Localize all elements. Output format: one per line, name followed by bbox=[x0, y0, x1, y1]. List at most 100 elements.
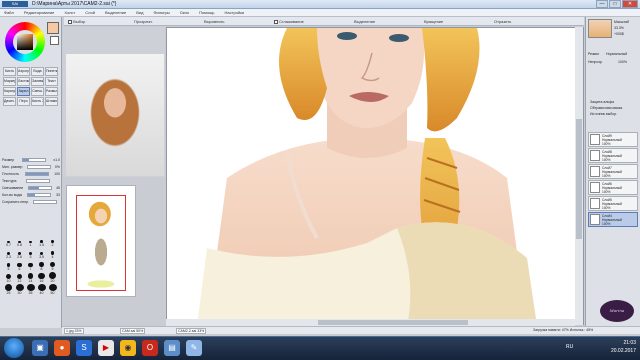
tool-marker[interactable]: Маркер bbox=[3, 77, 16, 86]
toolbar-selection[interactable]: Выделение bbox=[354, 19, 375, 24]
tool-pen[interactable]: Перо bbox=[17, 97, 30, 106]
menu-selection[interactable]: Выделение bbox=[105, 10, 126, 15]
toolbar-align[interactable]: Выровнять bbox=[204, 19, 224, 24]
menu-layer[interactable]: Слой bbox=[85, 10, 95, 15]
brush-setting-slider[interactable] bbox=[27, 192, 52, 197]
brush-size-preset[interactable]: 7 bbox=[25, 260, 36, 271]
explorer-icon[interactable]: ▣ bbox=[32, 340, 48, 356]
menu-help[interactable]: Помощь bbox=[199, 10, 214, 15]
brush-size-preset[interactable]: 5 bbox=[3, 260, 14, 271]
tool-stamp[interactable]: Штамп bbox=[45, 97, 58, 106]
brush-size-preset[interactable]: 14 bbox=[25, 272, 36, 283]
start-button[interactable] bbox=[4, 338, 24, 358]
brush-setting-slider[interactable] bbox=[26, 178, 51, 183]
secondary-color-swatch[interactable] bbox=[50, 36, 59, 45]
brush-setting-slider[interactable] bbox=[26, 164, 51, 169]
drawing-canvas[interactable] bbox=[166, 27, 584, 325]
scroll-thumb[interactable] bbox=[318, 320, 468, 325]
brush-size-preset[interactable]: 0.8 bbox=[14, 236, 25, 247]
canvas-vertical-scrollbar[interactable] bbox=[575, 27, 583, 325]
brush-size-preset[interactable]: 12 bbox=[14, 272, 25, 283]
layer-item[interactable]: Слой6 Нормальный 100% bbox=[588, 180, 638, 195]
brush-size-preset[interactable]: 3.5 bbox=[36, 248, 47, 259]
media-player-icon[interactable]: ▶ bbox=[98, 340, 114, 356]
chrome-icon[interactable]: ◉ bbox=[120, 340, 136, 356]
scroll-thumb[interactable] bbox=[576, 119, 582, 239]
canvas-thumbnail[interactable] bbox=[588, 19, 612, 38]
tool-text[interactable]: Текст bbox=[45, 77, 58, 86]
doc-tab-2[interactable]: CAM.sai 50% bbox=[120, 328, 146, 334]
close-button[interactable]: ✕ bbox=[622, 0, 638, 8]
menu-file[interactable]: Файл bbox=[4, 10, 14, 15]
brush-size-preset[interactable]: 4 bbox=[47, 248, 58, 259]
brush-size-preset[interactable]: 1.5 bbox=[36, 236, 47, 247]
tool-airbrush[interactable]: Аэрогр. bbox=[17, 67, 30, 76]
layer-item[interactable]: Слой7 Нормальный 100% bbox=[588, 164, 638, 179]
saturation-square[interactable] bbox=[17, 34, 33, 50]
brush-size-preset[interactable]: 2.3 bbox=[3, 248, 14, 259]
opera-icon[interactable]: O bbox=[142, 340, 158, 356]
toolbar-select[interactable]: Выбор bbox=[68, 19, 85, 24]
angle-value[interactable]: +000$ bbox=[614, 32, 624, 36]
skype-icon[interactable]: S bbox=[76, 340, 92, 356]
brush-size-preset[interactable]: 35 bbox=[25, 284, 36, 295]
color-wheel[interactable] bbox=[5, 22, 45, 62]
brush-size-preset[interactable]: 9 bbox=[47, 260, 58, 271]
brush-setting-slider[interactable] bbox=[27, 185, 52, 190]
minimize-button[interactable]: — bbox=[596, 0, 608, 8]
tool-blend[interactable]: Смеш. bbox=[31, 87, 44, 96]
option-selection-source[interactable]: Источник выбор. bbox=[590, 112, 617, 116]
brush-size-preset[interactable]: 20 bbox=[47, 272, 58, 283]
brush-setting-slider[interactable] bbox=[32, 199, 57, 204]
brush-size-preset[interactable]: 0.7 bbox=[3, 236, 14, 247]
option-clipping-mask[interactable]: Обтравочная маска bbox=[590, 106, 622, 110]
toolbar-stabilizer[interactable]: Сглаживание bbox=[274, 19, 304, 24]
folder-icon[interactable]: ▤ bbox=[164, 340, 180, 356]
layer-item[interactable]: Слой5 Нормальный 100% bbox=[588, 196, 638, 211]
tool-brush[interactable]: Кисть bbox=[3, 67, 16, 76]
tool-brush-2[interactable]: Кисть 2 bbox=[31, 97, 44, 106]
primary-color-swatch[interactable] bbox=[47, 22, 59, 34]
option-preserve-alpha[interactable]: Защита альфа bbox=[590, 100, 614, 104]
menu-settings[interactable]: Настройки bbox=[225, 10, 245, 15]
blend-mode-select[interactable]: Нормальный bbox=[606, 52, 627, 56]
brush-size-preset[interactable]: 10 bbox=[3, 272, 14, 283]
tool-binary[interactable]: Двоич. bbox=[3, 97, 16, 106]
brush-size-preset[interactable]: 3 bbox=[25, 248, 36, 259]
menu-window[interactable]: Окно bbox=[180, 10, 189, 15]
brush-size-preset[interactable]: 30 bbox=[14, 284, 25, 295]
menu-view[interactable]: Вид bbox=[136, 10, 143, 15]
layer-item[interactable]: Слой8 Нормальный 100% bbox=[588, 148, 638, 163]
sai-app-icon[interactable]: ✎ bbox=[186, 340, 202, 356]
brush-size-preset[interactable]: 2.6 bbox=[14, 248, 25, 259]
brush-size-preset[interactable]: 1 bbox=[25, 236, 36, 247]
tool-fill[interactable]: Заливка bbox=[31, 77, 44, 86]
doc-tab-3[interactable]: CAM2-2.sai 33% bbox=[176, 328, 207, 334]
menu-edit[interactable]: Редактирование bbox=[24, 10, 54, 15]
brush-size-preset[interactable]: 16 bbox=[36, 272, 47, 283]
clock-time[interactable]: 21:03 bbox=[611, 339, 636, 347]
maximize-button[interactable]: □ bbox=[609, 0, 621, 8]
menu-filter[interactable]: Фильтры bbox=[153, 10, 169, 15]
brush-size-preset[interactable]: 2 bbox=[47, 236, 58, 247]
toolbar-opacity[interactable]: Прозрачн. bbox=[134, 19, 153, 24]
tool-eyedropper[interactable]: Пипетка bbox=[45, 67, 58, 76]
canvas-horizontal-scrollbar[interactable] bbox=[166, 319, 575, 326]
brush-setting-slider[interactable] bbox=[21, 157, 46, 162]
brush-size-preset[interactable]: 8 bbox=[36, 260, 47, 271]
firefox-icon[interactable]: ● bbox=[54, 340, 70, 356]
navigator-viewport-frame[interactable] bbox=[76, 195, 126, 291]
opacity-value[interactable]: 100% bbox=[618, 60, 627, 64]
tool-acrylic[interactable]: Акрил bbox=[17, 87, 30, 96]
layer-item[interactable]: Слой9 Нормальный 100% bbox=[588, 132, 638, 147]
brush-size-preset[interactable]: 40 bbox=[36, 284, 47, 295]
language-indicator[interactable]: RU bbox=[566, 344, 573, 350]
clock-date[interactable]: 20.02.2017 bbox=[611, 347, 636, 355]
layer-item[interactable]: Слой4 Нормальный 100% bbox=[588, 212, 638, 227]
brush-setting-slider[interactable] bbox=[24, 171, 49, 176]
brush-size-preset[interactable]: 6 bbox=[14, 260, 25, 271]
brush-size-preset[interactable]: 50 bbox=[47, 284, 58, 295]
zoom-value[interactable]: 33.3% bbox=[614, 26, 624, 30]
tool-eraser[interactable]: Ластик bbox=[17, 77, 30, 86]
brush-size-preset[interactable]: 25 bbox=[3, 284, 14, 295]
